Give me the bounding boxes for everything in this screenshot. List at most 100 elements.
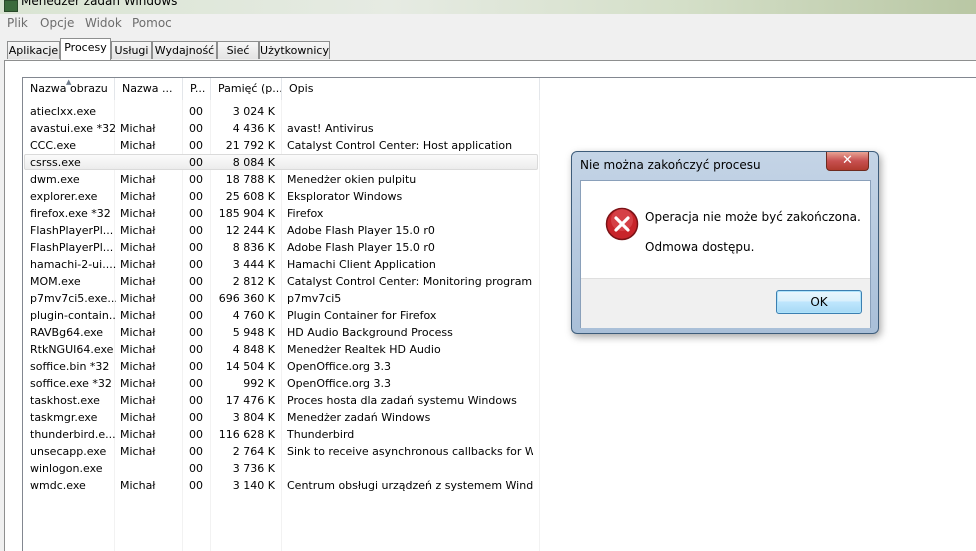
process-cpu: 00 [189, 139, 203, 152]
process-description: Sink to receive asynchronous callbacks f… [287, 445, 533, 458]
table-row[interactable]: unsecapp.exe Michał 00 2 764 K Sink to recei… [23, 443, 976, 460]
column-image-name[interactable]: ▲ Nazwa obrazu [23, 78, 115, 100]
process-user: Michał [120, 309, 156, 322]
process-name: firefox.exe *32 [30, 207, 111, 220]
process-cpu: 00 [189, 258, 203, 271]
column-cpu[interactable]: P... [183, 78, 211, 100]
process-name: avastui.exe *32 [30, 122, 116, 135]
process-name: RAVBg64.exe [30, 326, 104, 339]
table-row[interactable]: wmdc.exe Michał 00 3 140 K Centrum obsługi u… [23, 477, 976, 494]
process-name: p7mv7ci5.exe.... [30, 292, 116, 305]
process-user: Michał [120, 292, 156, 305]
menu-bar: Plik Opcje Widok Pomoc [0, 14, 976, 34]
process-user: Michał [120, 445, 156, 458]
menu-file[interactable]: Plik [7, 16, 28, 30]
process-name: csrss.exe [30, 156, 81, 169]
column-user-name[interactable]: Nazwa ... [115, 78, 183, 100]
process-name: FlashPlayerPl... [30, 224, 114, 237]
process-user: Michał [120, 190, 156, 203]
process-memory: 185 904 K [218, 207, 275, 220]
process-cpu: 00 [189, 275, 203, 288]
process-cpu: 00 [189, 173, 203, 186]
process-description [287, 460, 533, 477]
window-title-bar[interactable]: Menedżer zadań Windows [0, 0, 976, 14]
process-user: Michał [120, 122, 156, 135]
process-user: Michał [120, 241, 156, 254]
table-row[interactable]: soffice.bin *32 Michał 00 14 504 K OpenOffic… [23, 358, 976, 375]
process-name: soffice.exe *32 [30, 377, 112, 390]
process-memory: 25 608 K [225, 190, 275, 203]
process-memory: 4 848 K [232, 343, 275, 356]
menu-options[interactable]: Opcje [40, 16, 74, 30]
menu-help[interactable]: Pomoc [132, 16, 172, 30]
process-name: dwm.exe [30, 173, 80, 186]
process-cpu: 00 [189, 190, 203, 203]
process-cpu: 00 [189, 411, 203, 424]
process-description: Menedżer okien pulpitu [287, 173, 417, 186]
ok-button[interactable]: OK [776, 290, 862, 314]
process-cpu: 00 [189, 445, 203, 458]
dialog-footer: OK [581, 278, 870, 328]
table-row[interactable]: thunderbird.e... Michał 00 116 628 K Thunder… [23, 426, 976, 443]
tab-network[interactable]: Sieć [217, 41, 259, 59]
table-row[interactable]: taskmgr.exe Michał 00 3 804 K Menedżer zadań… [23, 409, 976, 426]
dialog-body: Operacja nie może być zakończona. Odmowa… [580, 180, 871, 328]
process-name: RtkNGUI64.exe [30, 343, 114, 356]
table-row[interactable]: taskhost.exe Michał 00 17 476 K Proces hosta… [23, 392, 976, 409]
process-description: Thunderbird [287, 428, 355, 441]
process-cpu: 00 [189, 428, 203, 441]
process-description: Adobe Flash Player 15.0 r0 [287, 224, 435, 237]
process-user: Michał [120, 139, 156, 152]
process-description: Catalyst Control Center: Monitoring prog… [287, 275, 533, 288]
process-user: Michał [120, 360, 156, 373]
window-title: Menedżer zadań Windows [21, 0, 178, 8]
tab-users[interactable]: Użytkownicy [259, 41, 330, 59]
process-memory: 12 244 K [225, 224, 275, 237]
process-memory: 8 084 K [232, 156, 275, 169]
column-memory[interactable]: Pamięć (p... [211, 78, 282, 100]
menu-view[interactable]: Widok [85, 16, 122, 30]
process-memory: 116 628 K [218, 428, 275, 441]
table-row[interactable]: soffice.exe *32 Michał 00 992 K OpenOffice.o… [23, 375, 976, 392]
process-user [120, 154, 183, 171]
process-memory: 17 476 K [225, 394, 275, 407]
process-description: Plugin Container for Firefox [287, 309, 437, 322]
process-cpu: 00 [189, 343, 203, 356]
process-name: explorer.exe [30, 190, 98, 203]
tab-applications[interactable]: Aplikacje [7, 41, 60, 59]
column-description[interactable]: Opis [282, 78, 540, 100]
process-name: unsecapp.exe [30, 445, 107, 458]
process-memory: 18 788 K [225, 173, 275, 186]
table-row[interactable]: RtkNGUI64.exe Michał 00 4 848 K Menedżer Rea… [23, 341, 976, 358]
process-cpu: 00 [189, 224, 203, 237]
process-cpu: 00 [189, 122, 203, 135]
process-user: Michał [120, 428, 156, 441]
tab-performance[interactable]: Wydajność [152, 41, 217, 59]
dialog-title: Nie można zakończyć procesu [580, 158, 761, 172]
table-row[interactable]: winlogon.exe 00 3 736 K [23, 460, 976, 477]
process-description: Firefox [287, 207, 324, 220]
process-user: Michał [120, 394, 156, 407]
tab-services[interactable]: Usługi [111, 41, 152, 59]
process-memory: 21 792 K [225, 139, 275, 152]
process-description: avast! Antivirus [287, 122, 374, 135]
process-name: plugin-contain... [30, 309, 116, 322]
error-icon [605, 207, 639, 241]
process-memory: 14 504 K [225, 360, 275, 373]
process-memory: 3 444 K [232, 258, 275, 271]
process-memory: 8 836 K [232, 241, 275, 254]
process-name: FlashPlayerPl... [30, 241, 114, 254]
process-name: soffice.bin *32 [30, 360, 110, 373]
process-description: Proces hosta dla zadań systemu Windows [287, 394, 517, 407]
process-cpu: 00 [189, 479, 203, 492]
process-memory: 3 140 K [232, 479, 275, 492]
process-name: atieclxx.exe [30, 105, 97, 118]
table-row[interactable]: atieclxx.exe 00 3 024 K [23, 103, 976, 120]
close-button[interactable]: ✕ [826, 152, 869, 171]
tab-processes[interactable]: Procesy [60, 38, 111, 60]
process-memory: 696 360 K [218, 292, 275, 305]
process-cpu: 00 [189, 309, 203, 322]
process-cpu: 00 [189, 360, 203, 373]
process-description: OpenOffice.org 3.3 [287, 360, 392, 373]
table-row[interactable]: avastui.exe *32 Michał 00 4 436 K avast! Ant… [23, 120, 976, 137]
